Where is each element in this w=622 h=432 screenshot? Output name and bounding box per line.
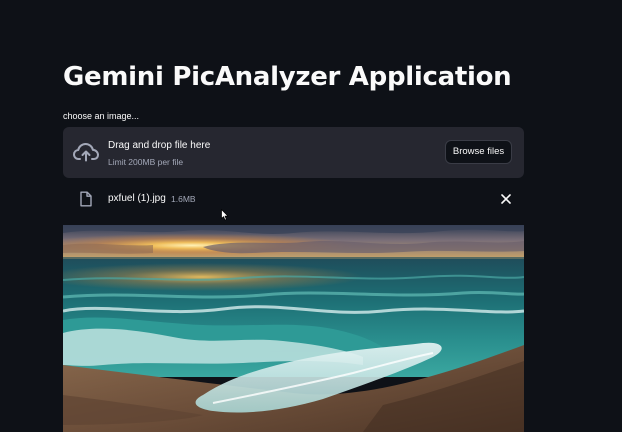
close-icon[interactable]	[499, 192, 513, 206]
file-dropzone[interactable]: Drag and drop file here Limit 200MB per …	[63, 127, 524, 178]
cloud-upload-icon	[73, 143, 99, 162]
page-title: Gemini PicAnalyzer Application	[63, 62, 512, 92]
dropzone-limit-text: Limit 200MB per file	[108, 157, 184, 167]
uploaded-file-row: pxfuel (1).jpg 1.6MB	[63, 186, 524, 212]
browse-files-button[interactable]: Browse files	[445, 140, 512, 164]
dropzone-instructions: Drag and drop file here	[108, 140, 211, 151]
mouse-pointer-icon	[221, 209, 229, 221]
app-main: Gemini PicAnalyzer Application choose an…	[0, 0, 622, 432]
uploaded-file-size: 1.6MB	[171, 194, 196, 204]
uploaded-image-preview	[63, 225, 524, 432]
file-icon	[80, 191, 92, 207]
uploader-label: choose an image...	[63, 111, 140, 121]
beach-sunset-image	[63, 225, 524, 432]
uploaded-file-name: pxfuel (1).jpg	[108, 193, 166, 204]
